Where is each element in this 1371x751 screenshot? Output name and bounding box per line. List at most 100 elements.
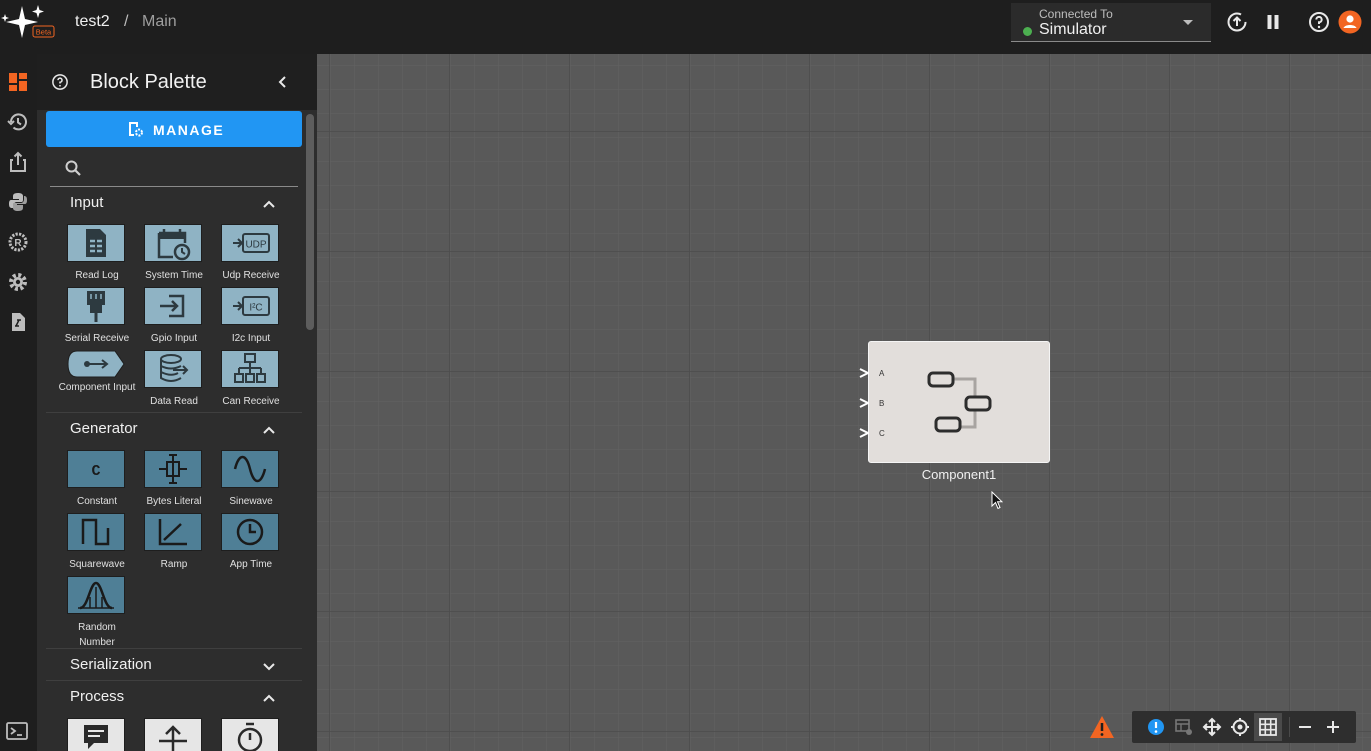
block-label: App Time xyxy=(229,559,273,570)
port-label: B xyxy=(879,399,885,408)
palette-scrollbar[interactable] xyxy=(306,114,314,330)
block-tile xyxy=(144,513,202,551)
manage-icon xyxy=(129,122,143,137)
section-title: Serialization xyxy=(70,656,152,673)
timer-icon xyxy=(237,722,263,751)
app-logo[interactable]: Beta xyxy=(0,2,56,40)
block-label: Data Read xyxy=(150,396,198,407)
i2c-input-icon: I²C xyxy=(233,296,270,316)
canvas-grid xyxy=(317,54,1371,751)
block-label: Gpio Input xyxy=(150,333,198,344)
squarewave-icon xyxy=(81,518,110,546)
input-port-arrow-icon[interactable] xyxy=(859,428,869,438)
history-icon[interactable] xyxy=(7,111,29,133)
manage-label: MANAGE xyxy=(153,122,225,138)
block-tile xyxy=(144,287,202,325)
network-icon xyxy=(234,353,266,383)
section-title: Input xyxy=(70,194,104,211)
zoom-out-icon[interactable] xyxy=(1295,717,1315,737)
block-label: System Time xyxy=(145,270,203,281)
block-tile xyxy=(144,224,202,262)
block-tile: C xyxy=(67,450,125,488)
settings-icon[interactable] xyxy=(7,271,29,293)
section-generator-header[interactable]: Generator xyxy=(46,414,302,444)
block-label: Constant xyxy=(76,496,118,507)
center-focus-icon[interactable] xyxy=(1230,717,1250,737)
block-tile xyxy=(221,450,279,488)
search-icon xyxy=(65,160,81,176)
bytes-literal-icon xyxy=(159,454,187,484)
table-settings-icon[interactable] xyxy=(1174,717,1194,737)
palette-title: Block Palette xyxy=(90,71,207,93)
collapse-chevron-icon[interactable] xyxy=(276,75,290,89)
block-label: Squarewave xyxy=(69,559,125,570)
chevron-up-icon xyxy=(263,694,275,702)
pause-icon[interactable] xyxy=(1261,10,1285,34)
info-icon[interactable] xyxy=(1146,717,1166,737)
python-icon[interactable] xyxy=(7,191,29,213)
section-serialization-header[interactable]: Serialization xyxy=(46,650,302,680)
palette-search-input[interactable] xyxy=(50,150,298,187)
breadcrumb-separator: / xyxy=(124,13,129,30)
section-process-header[interactable]: Process xyxy=(46,682,302,712)
block-label: Udp Receive xyxy=(222,270,280,281)
database-read-icon xyxy=(160,354,189,382)
help-icon[interactable] xyxy=(51,73,69,91)
port-label: A xyxy=(879,369,885,378)
block-tile: I²C xyxy=(221,287,279,325)
input-port-arrow-icon[interactable] xyxy=(859,368,869,378)
login-icon xyxy=(160,294,185,318)
section-title: Generator xyxy=(70,420,138,437)
block-tile xyxy=(67,718,125,751)
sinewave-icon xyxy=(233,455,267,483)
breadcrumb-project[interactable]: test2 xyxy=(75,13,110,31)
breadcrumb-page[interactable]: Main xyxy=(142,13,177,31)
export-icon[interactable] xyxy=(7,151,29,173)
log-file-icon xyxy=(86,229,106,257)
component-name-label[interactable]: Component1 xyxy=(868,467,1050,482)
block-label: Serial Receive xyxy=(64,333,130,344)
constant-icon: C xyxy=(91,463,100,480)
connection-select[interactable]: Connected To Simulator xyxy=(1011,3,1211,42)
section-input-header[interactable]: Input xyxy=(46,188,302,218)
connection-value: Simulator xyxy=(1039,21,1107,38)
block-label: Bytes Literal xyxy=(146,496,202,507)
block-tile xyxy=(67,576,125,614)
block-label: Ramp xyxy=(160,559,188,570)
top-bar: Beta test2 / Main Connected To Simulator xyxy=(0,0,1371,54)
block-tile xyxy=(67,287,125,325)
component-node[interactable]: A B C xyxy=(859,341,1050,463)
diagram-canvas[interactable] xyxy=(317,54,1371,751)
left-rail: R xyxy=(0,54,37,751)
block-tile: UDP xyxy=(221,224,279,262)
block-label: Read Log xyxy=(75,270,119,281)
chevron-up-icon xyxy=(263,200,275,208)
comment-icon xyxy=(84,725,108,749)
block-label: Sinewave xyxy=(229,496,273,507)
bell-curve-icon xyxy=(78,581,114,610)
section-title: Process xyxy=(70,688,125,705)
deploy-icon[interactable] xyxy=(1225,10,1249,34)
terminal-icon[interactable] xyxy=(6,721,28,741)
ramp-icon xyxy=(158,519,187,546)
account-icon[interactable] xyxy=(1338,10,1362,34)
zoom-in-icon[interactable] xyxy=(1323,717,1343,737)
block-tile xyxy=(144,450,202,488)
beta-badge: Beta xyxy=(36,28,52,37)
clock-icon xyxy=(236,518,264,546)
dashboard-icon[interactable] xyxy=(7,71,29,93)
toolbar-divider xyxy=(1289,717,1290,737)
block-tile xyxy=(144,350,202,388)
upload-icon xyxy=(159,725,187,751)
warning-icon[interactable] xyxy=(1089,715,1115,739)
pan-move-icon[interactable] xyxy=(1202,717,1222,737)
grid-icon[interactable] xyxy=(1258,717,1278,737)
script-file-icon[interactable] xyxy=(7,311,29,333)
section-divider xyxy=(46,648,302,649)
calendar-clock-icon xyxy=(157,229,191,261)
input-port-arrow-icon[interactable] xyxy=(859,398,869,408)
help-icon[interactable] xyxy=(1307,10,1331,34)
manage-button[interactable]: MANAGE xyxy=(46,111,302,147)
rust-icon[interactable]: R xyxy=(7,231,29,253)
block-tile xyxy=(221,718,279,751)
